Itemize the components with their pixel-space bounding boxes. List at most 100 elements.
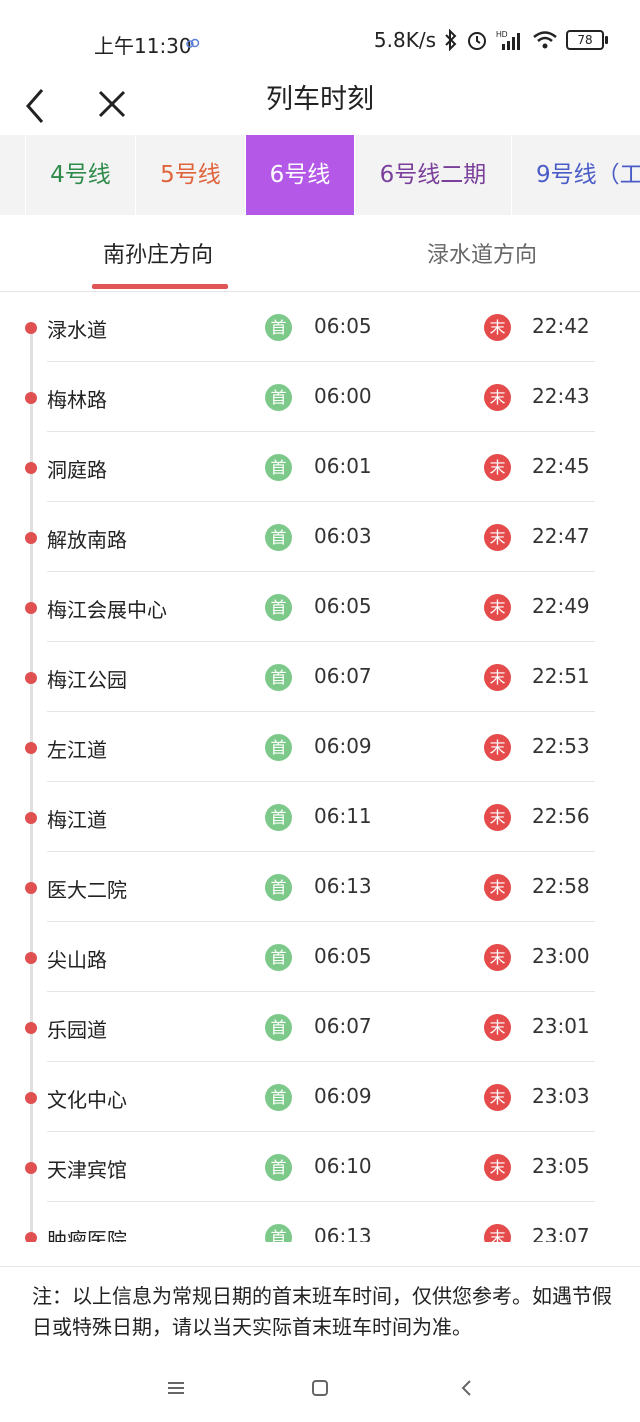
last-train-time: 22:53 xyxy=(532,734,590,758)
station-dot xyxy=(25,322,37,334)
station-name: 医大二院 xyxy=(47,878,127,902)
home-icon[interactable] xyxy=(308,1376,332,1400)
last-train-time: 22:51 xyxy=(532,664,590,688)
first-train-time: 06:13 xyxy=(314,874,372,898)
station-dot xyxy=(25,602,37,614)
station-name: 梅林路 xyxy=(47,388,107,412)
battery-icon: 78 xyxy=(566,30,608,50)
station-dot xyxy=(25,532,37,544)
cloud-icon xyxy=(186,38,200,48)
station-row[interactable]: 梅林路 首 06:00 末 22:43 xyxy=(0,362,640,432)
station-row[interactable]: 解放南路 首 06:03 末 22:47 xyxy=(0,502,640,572)
last-train-badge: 末 xyxy=(484,734,511,761)
first-train-time: 06:03 xyxy=(314,524,372,548)
first-train-badge: 首 xyxy=(265,664,292,691)
station-dot xyxy=(25,742,37,754)
first-train-time: 06:09 xyxy=(314,734,372,758)
back-nav-icon[interactable] xyxy=(455,1376,479,1400)
close-icon[interactable] xyxy=(96,86,128,126)
first-train-badge: 首 xyxy=(265,944,292,971)
last-train-badge: 末 xyxy=(484,664,511,691)
last-train-badge: 末 xyxy=(484,594,511,621)
station-dot xyxy=(25,812,37,824)
last-train-time: 23:03 xyxy=(532,1084,590,1108)
station-row[interactable]: 肿瘤医院 首 06:13 末 23:07 xyxy=(0,1202,640,1242)
first-train-time: 06:07 xyxy=(314,1014,372,1038)
line-tab-prev[interactable]: ● xyxy=(0,135,26,215)
first-train-time: 06:05 xyxy=(314,594,372,618)
station-row[interactable]: 文化中心 首 06:09 末 23:03 xyxy=(0,1062,640,1132)
first-train-time: 06:13 xyxy=(314,1224,372,1242)
station-name: 尖山路 xyxy=(47,948,107,972)
status-bar: 上午11:30 5.8K/s HD 78 xyxy=(0,0,640,86)
status-time: 上午11:30 xyxy=(94,34,192,58)
first-train-time: 06:09 xyxy=(314,1084,372,1108)
station-dot xyxy=(25,1092,37,1104)
last-train-badge: 末 xyxy=(484,454,511,481)
line-tab-6[interactable]: 6号线 xyxy=(246,135,355,215)
station-dot xyxy=(25,952,37,964)
station-row[interactable]: 乐园道 首 06:07 末 23:01 xyxy=(0,992,640,1062)
station-row[interactable]: 渌水道 首 06:05 末 22:42 xyxy=(0,292,640,362)
tab-direction-nansunzhuang[interactable]: 南孙庄方向 xyxy=(103,237,213,269)
station-row[interactable]: 梅江会展中心 首 06:05 末 22:49 xyxy=(0,572,640,642)
last-train-time: 22:56 xyxy=(532,804,590,828)
status-icons: 5.8K/s HD 78 xyxy=(373,28,608,52)
line-tab-9[interactable]: 9号线（工 xyxy=(512,135,640,215)
last-train-time: 22:42 xyxy=(532,314,590,338)
station-row[interactable]: 梅江公园 首 06:07 末 22:51 xyxy=(0,642,640,712)
last-train-badge: 末 xyxy=(484,804,511,831)
station-dot xyxy=(25,882,37,894)
signal-icon: HD xyxy=(496,30,520,50)
first-train-badge: 首 xyxy=(265,384,292,411)
station-name: 梅江道 xyxy=(47,808,107,832)
first-train-badge: 首 xyxy=(265,734,292,761)
last-train-time: 23:01 xyxy=(532,1014,590,1038)
station-name: 肿瘤医院 xyxy=(47,1228,127,1242)
footnote: 注：以上信息为常规日期的首末班车时间，仅供您参考。如遇节假日或特殊日期，请以当天… xyxy=(0,1266,640,1343)
first-train-badge: 首 xyxy=(265,1154,292,1181)
first-train-badge: 首 xyxy=(265,1224,292,1242)
last-train-badge: 末 xyxy=(484,944,511,971)
last-train-time: 23:05 xyxy=(532,1154,590,1178)
station-row[interactable]: 左江道 首 06:09 末 22:53 xyxy=(0,712,640,782)
station-row[interactable]: 梅江道 首 06:11 末 22:56 xyxy=(0,782,640,852)
network-speed: 5.8K/s xyxy=(373,28,436,52)
last-train-badge: 末 xyxy=(484,384,511,411)
line-tab-5[interactable]: 5号线 xyxy=(136,135,246,215)
last-train-badge: 末 xyxy=(484,524,511,551)
station-name: 梅江会展中心 xyxy=(47,598,167,622)
tab-direction-lushuidao[interactable]: 渌水道方向 xyxy=(427,237,537,269)
station-name: 天津宾馆 xyxy=(47,1158,127,1182)
last-train-badge: 末 xyxy=(484,874,511,901)
menu-icon[interactable] xyxy=(164,1376,188,1400)
station-row[interactable]: 医大二院 首 06:13 末 22:58 xyxy=(0,852,640,922)
last-train-time: 22:43 xyxy=(532,384,590,408)
first-train-time: 06:07 xyxy=(314,664,372,688)
last-train-time: 22:49 xyxy=(532,594,590,618)
wifi-icon xyxy=(533,31,557,49)
last-train-time: 22:45 xyxy=(532,454,590,478)
station-row[interactable]: 天津宾馆 首 06:10 末 23:05 xyxy=(0,1132,640,1202)
station-row[interactable]: 洞庭路 首 06:01 末 22:45 xyxy=(0,432,640,502)
back-icon[interactable] xyxy=(22,86,54,126)
station-name: 乐园道 xyxy=(47,1018,107,1042)
station-list[interactable]: 渌水道首 06:05 末 22:42 梅林路首 06:00 末 22:43 洞庭路首 06:01 末… xyxy=(0,292,640,1242)
last-train-time: 22:47 xyxy=(532,524,590,548)
station-name: 解放南路 xyxy=(47,528,127,552)
station-dot xyxy=(25,1162,37,1174)
station-row[interactable]: 尖山路 首 06:05 末 23:00 xyxy=(0,922,640,992)
station-name: 梅江公园 xyxy=(47,668,127,692)
first-train-badge: 首 xyxy=(265,1014,292,1041)
first-train-badge: 首 xyxy=(265,594,292,621)
station-dot xyxy=(25,672,37,684)
station-name: 渌水道 xyxy=(47,318,107,342)
first-train-badge: 首 xyxy=(265,1084,292,1111)
last-train-badge: 末 xyxy=(484,314,511,341)
nav-bar: 列车时刻 xyxy=(0,86,640,136)
first-train-time: 06:01 xyxy=(314,454,372,478)
line-tab-4[interactable]: 4号线 xyxy=(26,135,136,215)
line-tab-6-phase2[interactable]: 6号线二期 xyxy=(355,135,512,215)
station-dot xyxy=(25,1022,37,1034)
first-train-badge: 首 xyxy=(265,314,292,341)
